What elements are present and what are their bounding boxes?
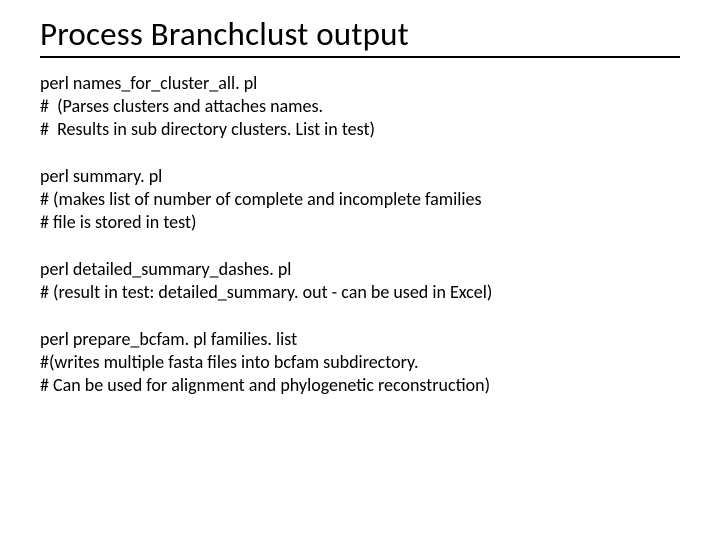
code-line: perl prepare_bcfam. pl families. list [40,328,680,351]
code-block-3: perl detailed_summary_dashes. pl # (resu… [40,258,680,304]
code-line: # (result in test: detailed_summary. out… [40,281,680,304]
slide: Process Branchclust output perl names_fo… [0,0,720,540]
page-title: Process Branchclust output [40,14,680,54]
title-underline [40,56,680,58]
code-line: # (makes list of number of complete and … [40,188,680,211]
code-line: perl detailed_summary_dashes. pl [40,258,680,281]
code-line: perl names_for_cluster_all. pl [40,72,680,95]
code-block-2: perl summary. pl # (makes list of number… [40,165,680,234]
code-line: # Results in sub directory clusters. Lis… [40,118,680,141]
code-line: # file is stored in test) [40,211,680,234]
code-line: # Can be used for alignment and phylogen… [40,374,680,397]
code-block-4: perl prepare_bcfam. pl families. list #(… [40,328,680,397]
code-line: perl summary. pl [40,165,680,188]
code-line: #(writes multiple fasta files into bcfam… [40,351,680,374]
code-line: # (Parses clusters and attaches names. [40,95,680,118]
code-block-1: perl names_for_cluster_all. pl # (Parses… [40,72,680,141]
